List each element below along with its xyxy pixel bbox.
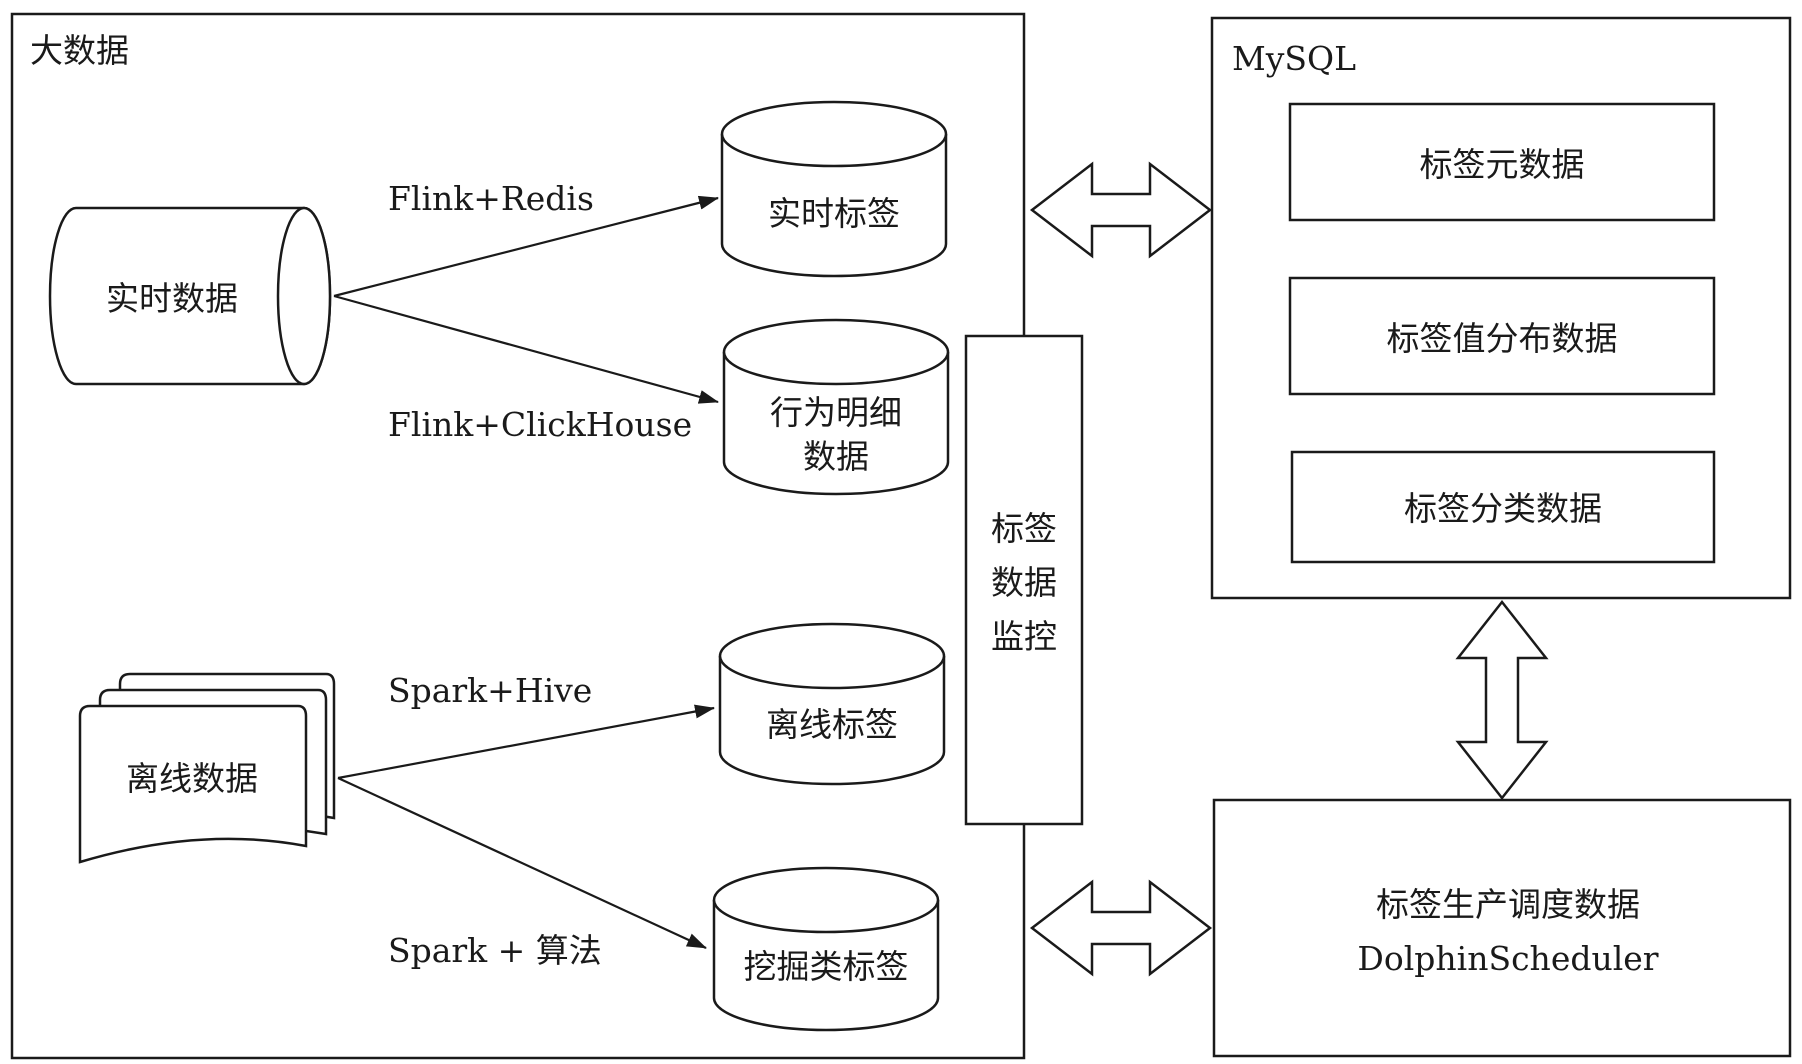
edge-label-flink-redis: Flink+Redis: [388, 179, 594, 218]
double-arrow-bigdata-scheduler: [1029, 879, 1213, 977]
edge-label-flink-clickhouse: Flink+ClickHouse: [388, 405, 692, 444]
offline-tags-label: 离线标签: [766, 705, 898, 744]
tag-system-architecture-diagram: 大数据 实时数据 离线数据 实时标签 行为明细 数据 离线标签 挖掘类标签 Fl…: [10, 12, 1792, 1060]
mysql-table-tag-category: 标签分类数据: [1290, 450, 1716, 564]
tag-monitor-line3: 监控: [991, 617, 1057, 656]
mining-tags-store: 挖掘类标签: [712, 866, 940, 1032]
tag-monitor-box: 标签 数据 监控: [964, 334, 1084, 826]
tag-category-label: 标签分类数据: [1404, 489, 1602, 528]
bigdata-container-label: 大数据: [30, 31, 129, 70]
tag-value-distribution-label: 标签值分布数据: [1387, 319, 1618, 358]
scheduler-label-line1: 标签生产调度数据: [1376, 885, 1640, 924]
behavior-detail-store: 行为明细 数据: [722, 318, 950, 496]
realtime-data-source: 实时数据: [48, 206, 332, 386]
mysql-table-tag-value-distribution: 标签值分布数据: [1288, 276, 1716, 396]
behavior-detail-label-line2: 数据: [803, 437, 869, 476]
tag-metadata-label: 标签元数据: [1420, 145, 1585, 184]
tag-monitor-line1: 标签: [991, 509, 1057, 548]
offline-data-source: 离线数据: [78, 672, 336, 864]
mysql-table-tag-metadata: 标签元数据: [1288, 102, 1716, 222]
edge-label-spark-hive: Spark+Hive: [388, 671, 592, 710]
scheduler-box: 标签生产调度数据 DolphinScheduler: [1212, 798, 1792, 1058]
mysql-container-label: MySQL: [1232, 39, 1356, 78]
tag-monitor-line2: 数据: [991, 563, 1057, 602]
double-arrow-bigdata-mysql: [1029, 161, 1213, 259]
double-arrow-mysql-scheduler: [1455, 599, 1549, 801]
offline-tags-store: 离线标签: [718, 622, 946, 786]
behavior-detail-label-line1: 行为明细: [770, 393, 902, 432]
scheduler-label-line2: DolphinScheduler: [1357, 939, 1658, 978]
edge-label-spark-algo: Spark + 算法: [388, 931, 602, 970]
realtime-tags-store: 实时标签: [720, 100, 948, 278]
mining-tags-label: 挖掘类标签: [744, 947, 909, 986]
offline-data-label: 离线数据: [126, 759, 258, 798]
realtime-tags-label: 实时标签: [768, 194, 900, 233]
realtime-data-label: 实时数据: [106, 279, 238, 318]
